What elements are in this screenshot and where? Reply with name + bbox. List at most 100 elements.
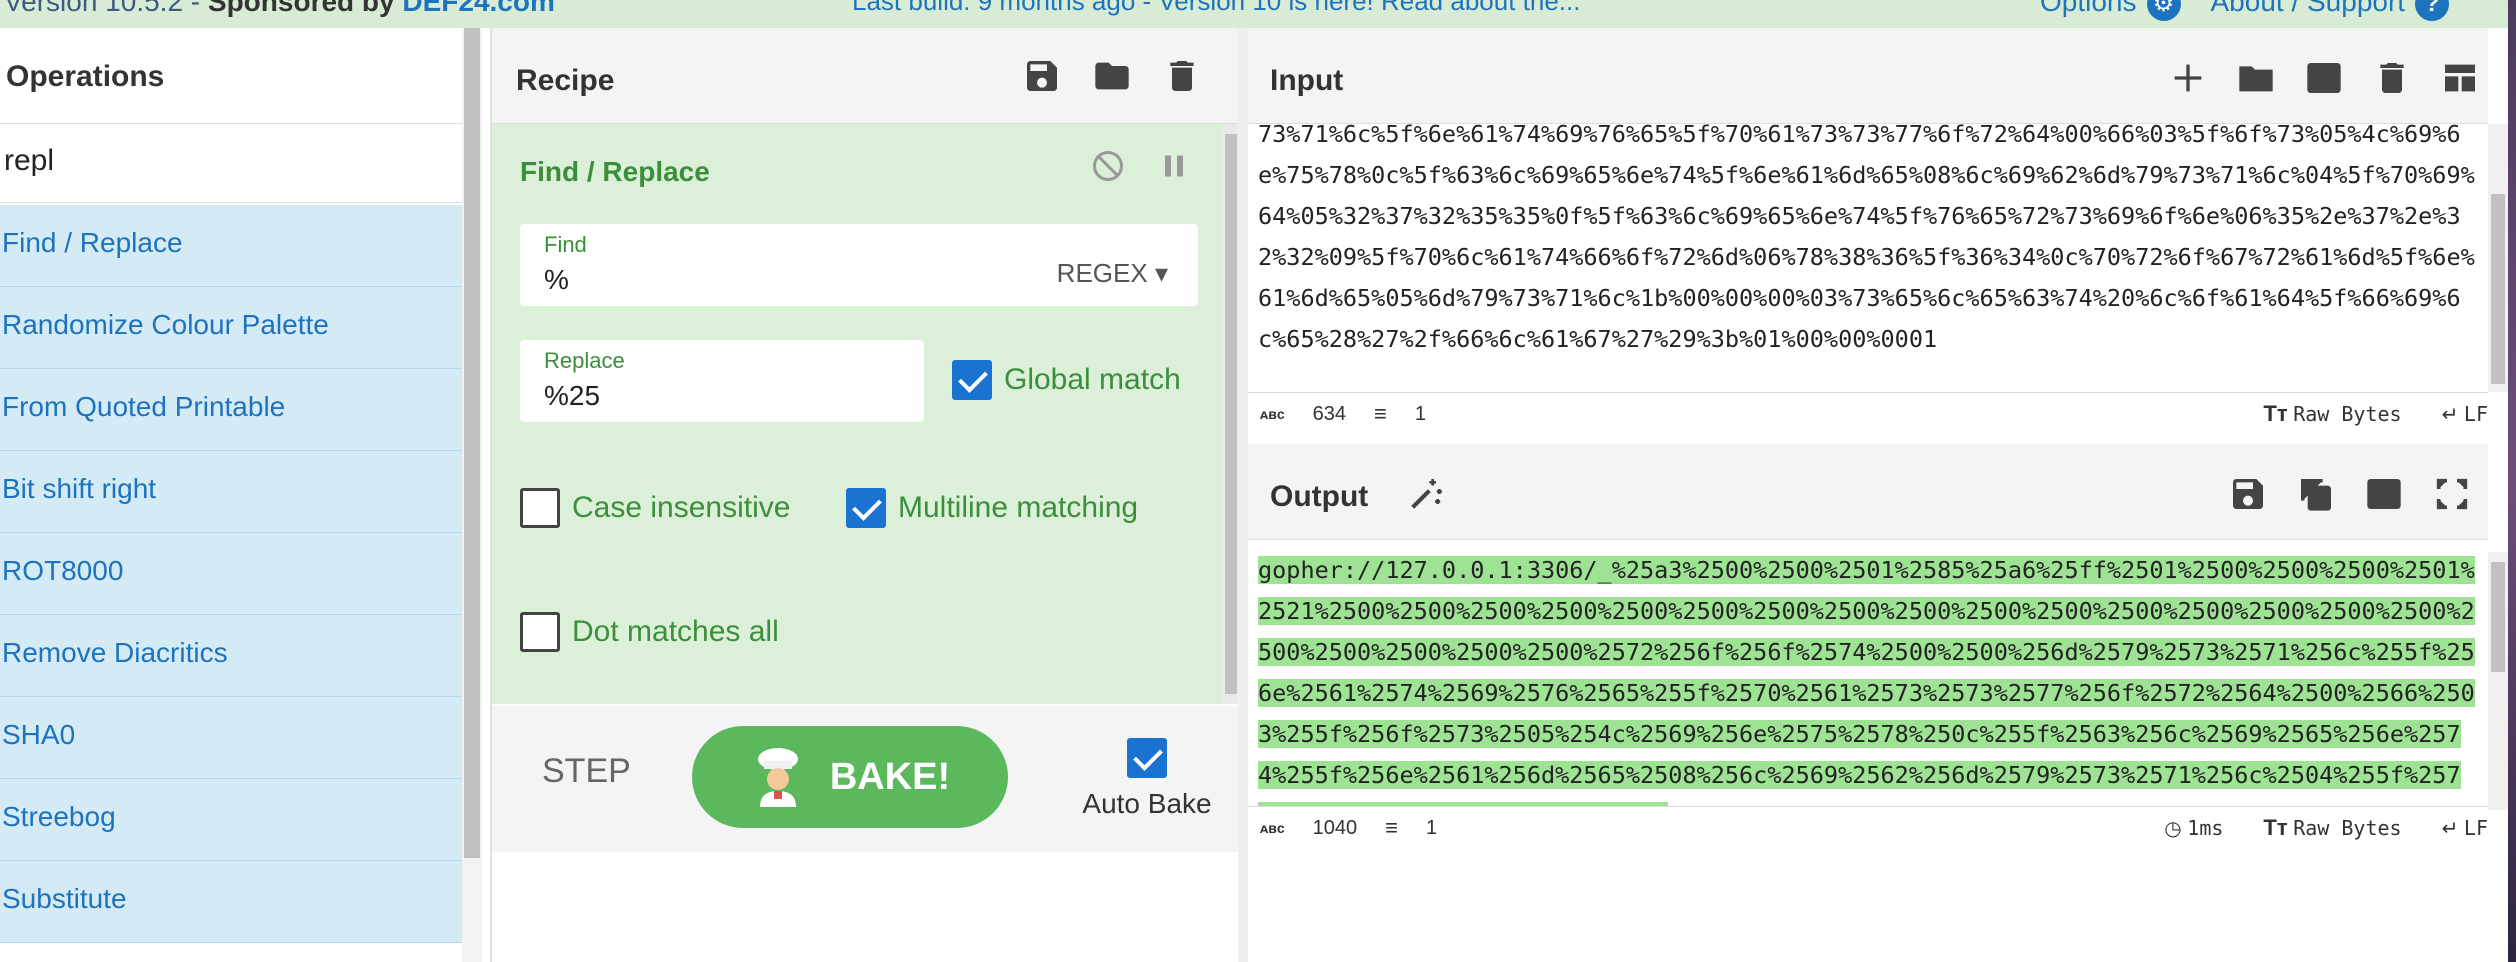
help-icon[interactable]: ? xyxy=(2415,0,2450,21)
operation-item[interactable]: Bit shift right xyxy=(0,451,462,533)
font-size-icon: Tт xyxy=(2263,815,2288,840)
clear-input-icon[interactable] xyxy=(2372,58,2412,98)
maximize-icon[interactable] xyxy=(2432,474,2472,514)
find-label: Find xyxy=(544,232,587,257)
operation-item[interactable]: Remove Diacritics xyxy=(0,615,462,697)
operation-item[interactable]: Substitute xyxy=(0,861,462,943)
replace-input[interactable]: %25 xyxy=(544,380,600,412)
checkbox-checked-icon[interactable] xyxy=(846,488,886,528)
bake-bar: STEP BAKE! Auto Bake xyxy=(492,706,1240,852)
operation-item[interactable]: Find / Replace xyxy=(0,205,462,287)
input-scrollbar[interactable] xyxy=(2488,124,2508,392)
copy-icon[interactable] xyxy=(2296,474,2336,514)
replace-input-icon[interactable] xyxy=(2364,474,2404,514)
checkbox-unchecked-icon[interactable] xyxy=(520,612,560,652)
auto-bake-toggle[interactable]: Auto Bake xyxy=(1067,738,1227,820)
output-scroll-thumb[interactable] xyxy=(2491,562,2505,672)
return-icon: ↵ xyxy=(2441,403,2459,426)
operations-scroll-thumb[interactable] xyxy=(464,28,480,858)
operations-panel: Operations Find / Replace Randomize Colo… xyxy=(0,28,462,962)
input-toolbar xyxy=(2168,58,2480,98)
build-notice-link[interactable]: Last build: 9 months ago - Version 10 is… xyxy=(852,0,1580,17)
operation-item[interactable]: Streebog xyxy=(0,779,462,861)
recipe-scroll-thumb[interactable] xyxy=(1225,134,1237,694)
input-eol[interactable]: ↵ LF xyxy=(2442,402,2488,427)
add-tab-icon[interactable] xyxy=(2168,58,2208,98)
options-link[interactable]: Options xyxy=(2040,0,2137,17)
layout-icon[interactable] xyxy=(2440,58,2480,98)
input-encoding[interactable]: Tт Raw Bytes xyxy=(2263,401,2401,427)
global-match-checkbox[interactable]: Global match xyxy=(952,360,1181,400)
find-field[interactable]: Find % REGEX ▾ xyxy=(520,224,1198,306)
recipe-panel: Recipe Find / Replace Find % REGEX ▾ Rep… xyxy=(490,28,1240,962)
input-textarea[interactable]: 73%71%6c%5f%6e%61%74%69%76%65%5f%70%61%7… xyxy=(1258,114,2486,384)
case-insensitive-checkbox[interactable]: Case insensitive xyxy=(520,488,790,528)
input-header: Input xyxy=(1248,28,2488,124)
clock-icon: ◷ xyxy=(2164,817,2182,840)
panel-divider[interactable] xyxy=(1238,28,1248,962)
sponsor-link[interactable]: DEF24.com xyxy=(402,0,555,17)
checkbox-checked-icon[interactable] xyxy=(1127,738,1167,778)
input-title: Input xyxy=(1270,64,1344,97)
case-insensitive-label: Case insensitive xyxy=(572,491,791,524)
open-folder-icon[interactable] xyxy=(2236,58,2276,98)
pause-icon[interactable] xyxy=(1156,148,1192,189)
input-status-bar: ᴀʙᴄ 634 ≡ 1 Tт Raw Bytes ↵ LF xyxy=(1248,392,2488,432)
output-eol[interactable]: ↵ LF xyxy=(2442,816,2488,841)
replace-field[interactable]: Replace %25 xyxy=(520,340,924,422)
output-stats: ᴀʙᴄ 1040 ≡ 1 xyxy=(1260,815,1437,841)
operation-item[interactable]: Randomize Colour Palette xyxy=(0,287,462,369)
output-encoding-value: Raw Bytes xyxy=(2293,816,2402,840)
multiline-label: Multiline matching xyxy=(898,491,1139,524)
operations-search[interactable] xyxy=(0,123,462,203)
save-icon[interactable] xyxy=(1022,56,1062,96)
magic-wand-icon[interactable] xyxy=(1406,474,1446,519)
top-banner: Version 10.5.2 - Sponsored by DEF24.com … xyxy=(0,0,2516,28)
checkbox-checked-icon[interactable] xyxy=(952,360,992,400)
output-toolbar xyxy=(2228,474,2472,514)
output-scrollbar[interactable] xyxy=(2488,552,2508,810)
output-encoding-controls: ◷ 1ms Tт Raw Bytes ↵ LF xyxy=(2164,815,2488,841)
operations-title: Operations xyxy=(6,60,165,93)
trash-icon[interactable] xyxy=(1162,56,1202,96)
length-icon: ᴀʙᴄ xyxy=(1260,820,1285,836)
bake-time-value: 1ms xyxy=(2187,815,2224,840)
input-stats: ᴀʙᴄ 634 ≡ 1 xyxy=(1260,401,1426,427)
recipe-header: Recipe xyxy=(492,28,1240,124)
chef-icon xyxy=(750,747,806,807)
recipe-title: Recipe xyxy=(516,64,615,97)
gear-icon[interactable]: ⚙ xyxy=(2146,0,2181,21)
return-icon: ↵ xyxy=(2441,817,2459,840)
open-file-icon[interactable] xyxy=(2304,58,2344,98)
input-scroll-thumb[interactable] xyxy=(2491,194,2505,384)
caret-down-icon: ▾ xyxy=(1154,258,1168,288)
output-eol-value: LF xyxy=(2463,815,2488,840)
find-replace-operation: Find / Replace Find % REGEX ▾ Replace %2… xyxy=(492,124,1222,704)
step-button[interactable]: STEP xyxy=(542,752,631,791)
save-output-icon[interactable] xyxy=(2228,474,2268,514)
operation-item[interactable]: ROT8000 xyxy=(0,533,462,615)
lines-icon: ≡ xyxy=(1374,401,1387,426)
find-input[interactable]: % xyxy=(544,264,569,296)
dot-all-checkbox[interactable]: Dot matches all xyxy=(520,612,779,652)
operations-scrollbar[interactable] xyxy=(462,28,482,962)
bake-button[interactable]: BAKE! xyxy=(692,726,1008,828)
global-match-label: Global match xyxy=(1004,363,1181,396)
desktop-edge xyxy=(2508,0,2516,962)
multiline-checkbox[interactable]: Multiline matching xyxy=(846,488,1138,528)
output-textarea[interactable]: gopher://127.0.0.1:3306/_%25a3%2500%2500… xyxy=(1258,550,2486,806)
input-panel: Input 73%71%6c%5f%6e%61%74%69%76%65%5f%7… xyxy=(1248,28,2488,432)
output-length: 1040 xyxy=(1312,816,1358,839)
disable-icon[interactable] xyxy=(1090,148,1126,189)
about-link[interactable]: About / Support xyxy=(2211,0,2406,17)
checkbox-unchecked-icon[interactable] xyxy=(520,488,560,528)
folder-icon[interactable] xyxy=(1092,56,1132,96)
input-lines: 1 xyxy=(1414,402,1426,425)
operation-item[interactable]: From Quoted Printable xyxy=(0,369,462,451)
output-encoding[interactable]: Tт Raw Bytes xyxy=(2263,815,2401,841)
operations-search-input[interactable] xyxy=(4,144,444,178)
length-icon: ᴀʙᴄ xyxy=(1260,406,1285,422)
find-mode-dropdown[interactable]: REGEX ▾ xyxy=(1057,258,1168,289)
output-highlight: gopher://127.0.0.1:3306/_%25a3%2500%2500… xyxy=(1258,556,2475,806)
operation-item[interactable]: SHA0 xyxy=(0,697,462,779)
